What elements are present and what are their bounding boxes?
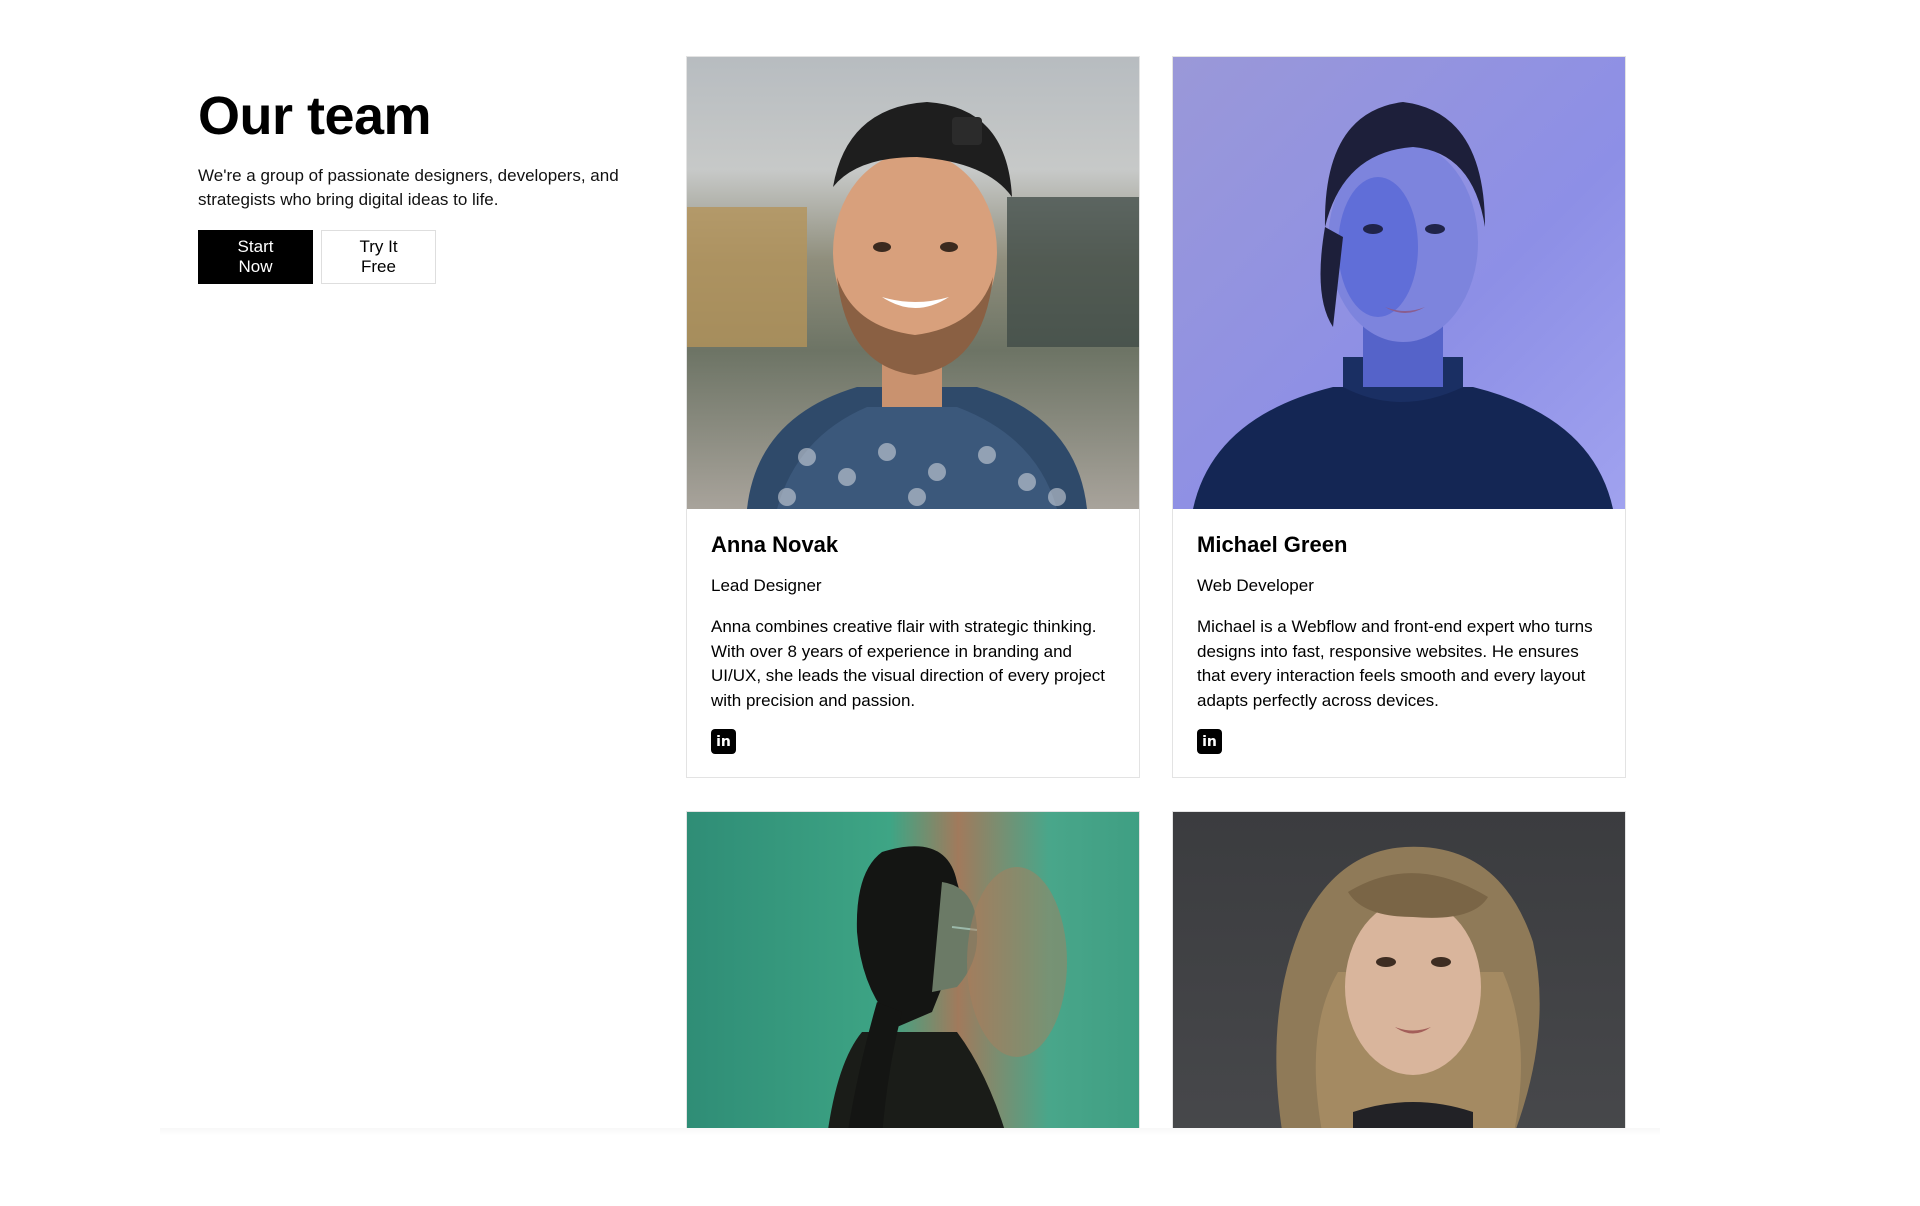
member-bio: Michael is a Webflow and front-end exper… [1197,617,1593,710]
member-photo [1173,812,1625,1136]
start-now-button[interactable]: Start Now [198,230,313,284]
linkedin-icon[interactable]: in [711,729,736,754]
member-photo [1173,57,1625,509]
team-card [686,811,1140,1136]
cta-buttons: Start Now Try It Free [198,230,628,284]
page-title: Our team [198,86,432,146]
team-card [1172,811,1626,1136]
woman-profile-illustration [827,846,1067,1136]
team-card: Michael Green Web Developer Michael is a… [1172,56,1626,778]
intro: Our team We're a group of passionate des… [198,88,628,284]
try-it-free-button[interactable]: Try It Free [321,230,436,284]
woman-portrait-illustration [1193,102,1613,509]
member-info: Anna Novak Lead Designer Anna combines c… [687,509,1139,777]
man-portrait-illustration [687,102,1139,509]
member-photo [687,57,1139,509]
member-info: Michael Green Web Developer Michael is a… [1173,509,1625,777]
woman-portrait-illustration [1276,846,1540,1136]
member-role: Lead Designer [711,576,822,595]
team-card: Anna Novak Lead Designer Anna combines c… [686,56,1140,778]
team-section: Our team We're a group of passionate des… [0,0,1920,1206]
member-role: Web Developer [1197,576,1314,595]
member-name: Anna Novak [711,532,839,557]
bottom-fade [160,1128,1660,1136]
intro-description: We're a group of passionate designers, d… [198,166,619,209]
member-photo [687,812,1139,1136]
member-bio: Anna combines creative flair with strate… [711,617,1106,710]
member-name: Michael Green [1197,532,1348,557]
linkedin-icon[interactable]: in [1197,729,1222,754]
